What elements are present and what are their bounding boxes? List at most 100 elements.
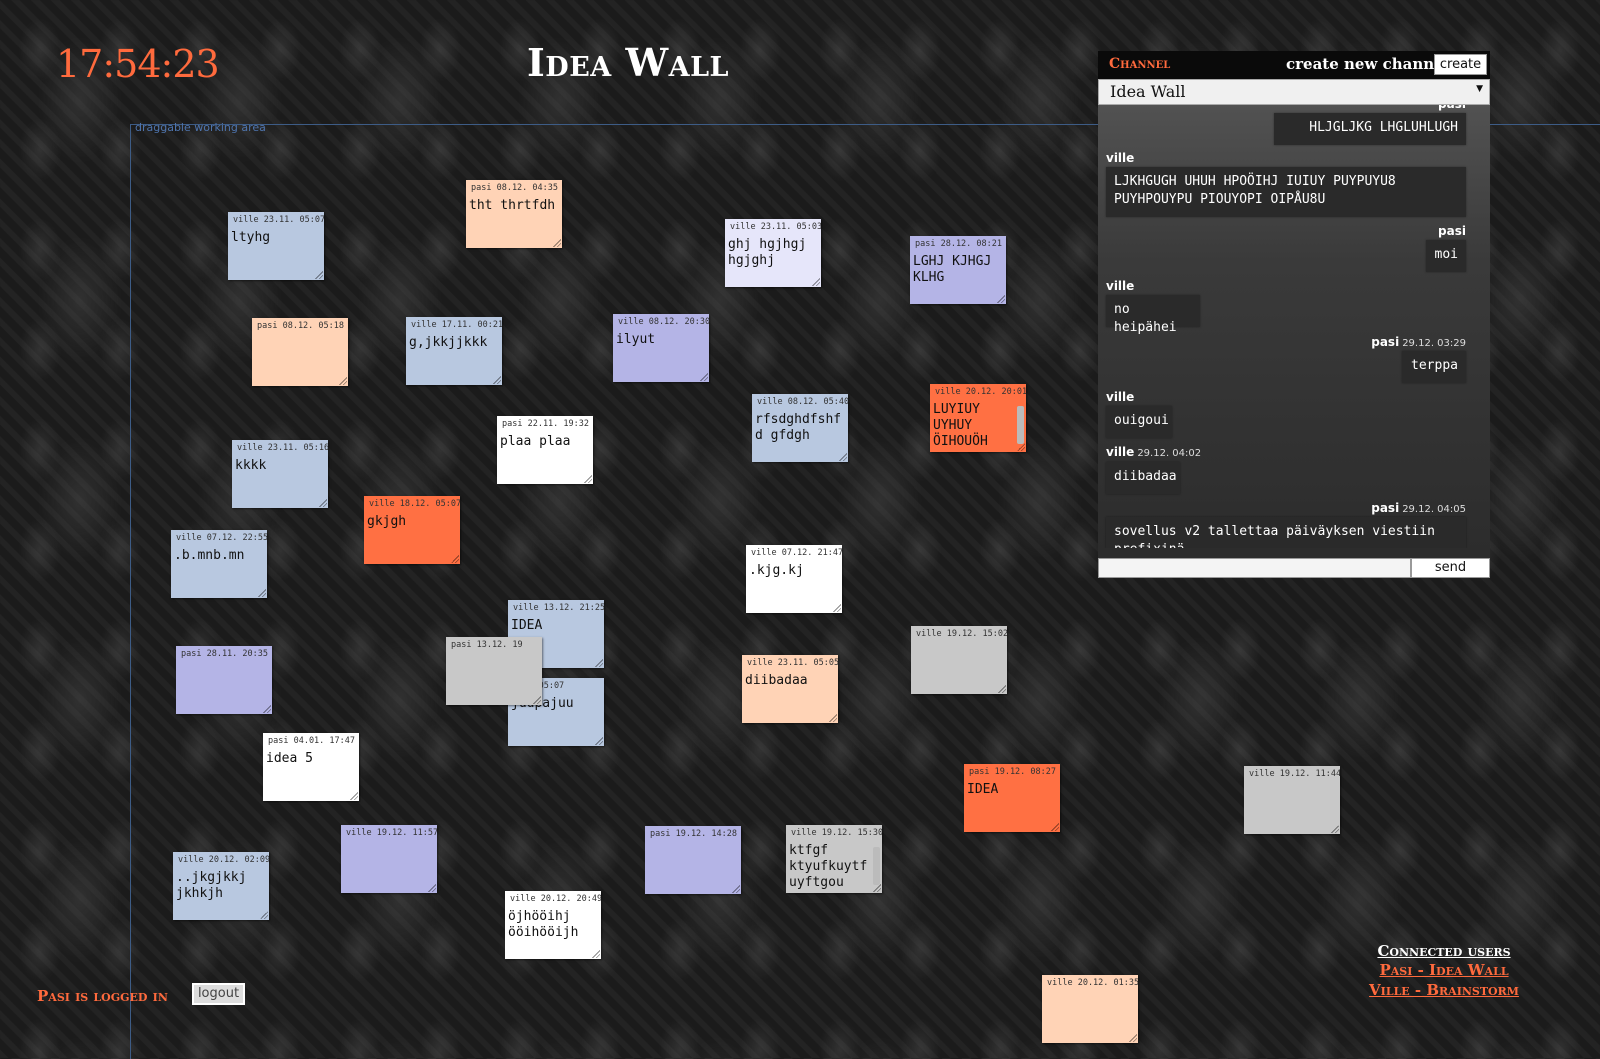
resize-grip-icon[interactable] — [1331, 825, 1339, 833]
chat-author-name: ville — [1106, 445, 1135, 459]
resize-grip-icon[interactable] — [592, 950, 600, 958]
resize-grip-icon[interactable] — [595, 737, 603, 745]
sticky-note[interactable]: ville 23.11. 05:03 ghj hgjhgj hgjghj — [725, 219, 821, 287]
sticky-note[interactable]: ville 23.11. 05:05 diibadaa — [742, 655, 838, 723]
note-meta: ville 23.11. 05:07 — [233, 215, 324, 225]
sticky-note[interactable]: ville 23.11. 05:07 ltyhg — [228, 212, 324, 280]
note-meta: pasi 08.12. 05:18 — [257, 321, 344, 331]
sticky-note[interactable]: ville 19.12. 11:57 — [341, 825, 437, 893]
resize-grip-icon[interactable] — [493, 376, 501, 384]
resize-grip-icon[interactable] — [1017, 443, 1025, 451]
resize-grip-icon[interactable] — [451, 555, 459, 563]
sticky-note[interactable]: pasi 04.01. 17:47 idea 5 — [263, 733, 359, 801]
sticky-note[interactable]: pasi 19.12. 08:27 IDEA — [964, 764, 1060, 832]
sticky-note[interactable]: ville 17.11. 00:21 g,jkkjjkkk — [406, 317, 502, 385]
resize-grip-icon[interactable] — [1129, 1034, 1137, 1042]
resize-grip-icon[interactable] — [339, 377, 347, 385]
sticky-note[interactable]: pasi 28.11. 20:35 — [176, 646, 272, 714]
resize-grip-icon[interactable] — [873, 884, 881, 892]
note-text[interactable]: öjhööihj ööihööijh — [508, 909, 598, 941]
note-text[interactable]: ktfgf ktyufkuytf uyftgou — [789, 843, 879, 891]
note-text[interactable]: .kjg.kj — [749, 563, 839, 579]
note-text[interactable]: IDEA — [511, 618, 601, 634]
note-text[interactable]: LUYIUY UYHUY ÖIHOUÖH — [933, 402, 1023, 450]
resize-grip-icon[interactable] — [319, 499, 327, 507]
note-text[interactable]: ltyhg — [231, 230, 321, 246]
create-channel-button[interactable]: create — [1434, 54, 1487, 75]
connected-users: Connected users Pasi - Idea Wall Ville -… — [1340, 942, 1548, 1000]
resize-grip-icon[interactable] — [998, 685, 1006, 693]
note-text[interactable]: ghj hgjhgj hgjghj — [728, 237, 818, 269]
resize-grip-icon[interactable] — [1051, 823, 1059, 831]
resize-grip-icon[interactable] — [700, 373, 708, 381]
sticky-note[interactable]: pasi 13.12. 19 — [446, 637, 542, 705]
resize-grip-icon[interactable] — [428, 884, 436, 892]
note-meta: ville 23.11. 05:03 — [730, 222, 821, 232]
connected-user[interactable]: Ville - Brainstorm — [1340, 980, 1548, 1000]
sticky-note[interactable]: pasi 08.12. 04:35 tht thrtfdh — [466, 180, 562, 248]
note-text[interactable]: kkkk — [235, 458, 325, 474]
channel-select[interactable]: Idea Wall ▼ — [1098, 79, 1490, 105]
sticky-note[interactable]: ville 20.12. 01:35 — [1042, 975, 1138, 1043]
note-text[interactable]: ..jkgjkkj jkhkjh — [176, 870, 266, 902]
resize-grip-icon[interactable] — [263, 705, 271, 713]
chat-message-text: LJKHGUGH UHUH HPOÖIHJ IUIUY PUYPUYU8 PUY… — [1106, 167, 1466, 217]
note-scrollbar[interactable] — [1017, 406, 1024, 444]
sticky-note[interactable]: ville 20.12. 02:09 ..jkgjkkj jkhkjh — [173, 852, 269, 920]
resize-grip-icon[interactable] — [553, 239, 561, 247]
message-list[interactable]: pasi HLJGLJKG LHGLUHLUGH ville LJKHGUGH UHU… — [1098, 105, 1490, 548]
resize-grip-icon[interactable] — [260, 911, 268, 919]
note-meta: ville 07.12. 22:55 — [176, 533, 267, 543]
sticky-note[interactable]: pasi 19.12. 14:28 — [645, 826, 741, 894]
resize-grip-icon[interactable] — [533, 696, 541, 704]
sticky-note[interactable]: pasi 08.12. 05:18 — [252, 318, 348, 386]
note-scrollbar[interactable] — [873, 847, 880, 885]
resize-grip-icon[interactable] — [315, 271, 323, 279]
connected-user[interactable]: Pasi - Idea Wall — [1340, 960, 1548, 980]
resize-grip-icon[interactable] — [997, 295, 1005, 303]
sticky-note[interactable]: ville 19.12. 15:30 ktfgf ktyufkuytf uyftg… — [786, 825, 882, 893]
note-text[interactable]: plaa plaa — [500, 434, 590, 450]
sticky-note[interactable]: ville 20.12. 20:01 LUYIUY UYHUY ÖIHOUÖH — [930, 384, 1026, 452]
sticky-note[interactable]: ville 20.12. 20:49 öjhööihj ööihööijh — [505, 891, 601, 959]
sticky-note[interactable]: ville 23.11. 05:16 kkkk — [232, 440, 328, 508]
sticky-note[interactable]: ville 19.12. 11:44 — [1244, 766, 1340, 834]
resize-grip-icon[interactable] — [584, 475, 592, 483]
resize-grip-icon[interactable] — [732, 885, 740, 893]
sticky-note[interactable]: pasi 28.12. 08:21 LGHJ KJHGJ KLHG — [910, 236, 1006, 304]
note-text[interactable]: diibadaa — [745, 673, 835, 689]
note-text[interactable]: gkjgh — [367, 514, 457, 530]
sticky-note[interactable]: ville 18.12. 05:07 gkjgh — [364, 496, 460, 564]
note-meta: ville 20.12. 20:01 — [935, 387, 1026, 397]
send-button[interactable]: send — [1411, 558, 1490, 578]
chat-message-text: no heipähei — [1106, 295, 1200, 335]
chat-author-name: ville — [1106, 279, 1135, 293]
resize-grip-icon[interactable] — [595, 659, 603, 667]
sticky-note[interactable]: ville 19.12. 15:02 — [911, 626, 1007, 694]
resize-grip-icon[interactable] — [833, 604, 841, 612]
note-meta: pasi 13.12. 19 — [451, 640, 523, 650]
sticky-note[interactable]: ville 07.12. 21:47 .kjg.kj — [746, 545, 842, 613]
resize-grip-icon[interactable] — [812, 278, 820, 286]
note-meta: ville 19.12. 11:57 — [346, 828, 437, 838]
sticky-note[interactable]: ville 08.12. 05:40 rfsdghdfshfd gfdgh — [752, 394, 848, 462]
note-text[interactable]: ilyut — [616, 332, 706, 348]
resize-grip-icon[interactable] — [839, 453, 847, 461]
chat-message-input[interactable] — [1098, 558, 1411, 578]
note-text[interactable]: LGHJ KJHGJ KLHG — [913, 254, 1003, 286]
note-meta: pasi 08.12. 04:35 — [471, 183, 558, 193]
note-text[interactable]: rfsdghdfshfd gfdgh — [755, 412, 845, 444]
note-text[interactable]: .b.mnb.mn — [174, 548, 264, 564]
logout-button[interactable]: logout — [192, 983, 245, 1005]
resize-grip-icon[interactable] — [829, 714, 837, 722]
sticky-note[interactable]: ville 08.12. 20:30 ilyut — [613, 314, 709, 382]
note-text[interactable]: tht thrtfdh — [469, 198, 559, 214]
sticky-note[interactable]: ville 07.12. 22:55 .b.mnb.mn — [171, 530, 267, 598]
resize-grip-icon[interactable] — [350, 792, 358, 800]
sticky-note[interactable]: pasi 22.11. 19:32 plaa plaa — [497, 416, 593, 484]
note-text[interactable]: IDEA — [967, 782, 1057, 798]
note-text[interactable]: g,jkkjjkkk — [409, 335, 499, 351]
note-text[interactable]: idea 5 — [266, 751, 356, 767]
resize-grip-icon[interactable] — [258, 589, 266, 597]
chat-message-author: pasi 29.12. 04:05 — [1371, 501, 1466, 515]
